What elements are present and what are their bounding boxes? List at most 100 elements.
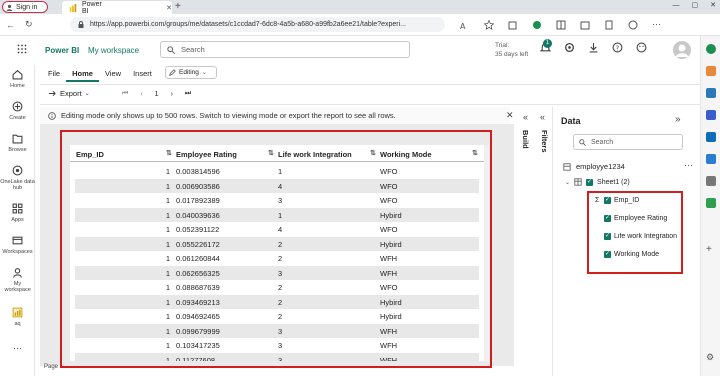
dataset-name: employye1234: [576, 162, 625, 171]
header-icons: 1 ?: [540, 39, 647, 53]
close-tab-icon[interactable]: ✕: [166, 4, 172, 12]
add-sidebar-icon[interactable]: +: [706, 244, 712, 255]
build-pane-tab[interactable]: Build: [521, 130, 530, 149]
tab-file[interactable]: File: [42, 66, 66, 82]
app-launcher-icon[interactable]: [17, 44, 27, 54]
shopping-icon[interactable]: [706, 66, 716, 76]
home-icon: [12, 69, 23, 80]
close-window-button[interactable]: ✕: [710, 1, 716, 9]
dataset-more-icon[interactable]: ⋯: [684, 160, 693, 171]
read-aloud-icon[interactable]: A: [460, 20, 470, 30]
nav-browse[interactable]: Browse: [0, 133, 35, 153]
svg-text:A: A: [460, 22, 466, 30]
games-icon[interactable]: [706, 110, 716, 120]
collapse-build-icon[interactable]: «: [523, 112, 528, 122]
download-icon[interactable]: [588, 42, 599, 53]
help-icon[interactable]: ?: [612, 42, 623, 53]
tab-home[interactable]: Home: [66, 66, 99, 82]
nav-create[interactable]: Create: [0, 101, 35, 121]
chevron-down-icon: ⌄: [201, 70, 207, 76]
copilot-icon[interactable]: [532, 20, 542, 30]
drop-icon[interactable]: [706, 176, 716, 186]
url-text: https://app.powerbi.com/groups/me/datase…: [90, 21, 406, 28]
nav-onelake-label: OneLake data hub: [0, 179, 35, 191]
outlook-icon[interactable]: [706, 132, 716, 142]
url-field[interactable]: https://app.powerbi.com/groups/me/datase…: [70, 17, 445, 32]
collections-icon[interactable]: [604, 20, 614, 30]
tab-title: Power BI: [82, 0, 102, 15]
expand-pane-icon[interactable]: »: [675, 114, 681, 125]
collapse-filters-icon[interactable]: «: [540, 112, 545, 122]
nav-workspaces-label: Workspaces: [2, 249, 33, 255]
favorites-icon[interactable]: [580, 20, 590, 30]
tree-icon[interactable]: [706, 198, 716, 208]
nav-onelake[interactable]: OneLake data hub: [0, 165, 35, 191]
browse-icon: [12, 133, 23, 144]
tab-view[interactable]: View: [99, 66, 127, 82]
puzzle-icon[interactable]: [508, 20, 518, 30]
more-nav-icon[interactable]: ⋯: [13, 343, 22, 354]
workspace-link[interactable]: My workspace: [88, 46, 139, 55]
feedback-icon[interactable]: [636, 42, 647, 53]
nav-home[interactable]: Home: [0, 69, 35, 89]
sign-in-button[interactable]: Sign in: [2, 1, 48, 13]
nav-browse-label: Browse: [8, 147, 27, 153]
search-icon: [167, 45, 175, 54]
data-search-placeholder: Search: [591, 138, 614, 146]
star-icon[interactable]: [484, 19, 494, 30]
office-icon[interactable]: [706, 154, 716, 164]
dataset-item[interactable]: employye1234: [563, 162, 625, 171]
lock-icon: [78, 21, 84, 28]
close-banner-icon[interactable]: ✕: [506, 110, 514, 121]
tab-insert[interactable]: Insert: [127, 66, 158, 82]
back-icon[interactable]: ←: [6, 20, 15, 30]
data-pane-title: Data: [561, 116, 581, 126]
settings-icon[interactable]: [564, 42, 575, 53]
search-icon: [579, 138, 586, 146]
nav-apps[interactable]: Apps: [0, 203, 35, 223]
apps-icon: [12, 203, 23, 214]
profile-icon: [6, 4, 13, 11]
sign-in-label: Sign in: [16, 3, 38, 11]
split-icon[interactable]: [556, 20, 566, 30]
last-page-icon[interactable]: ⏭: [185, 90, 191, 98]
nav-workspaces[interactable]: Workspaces: [0, 235, 35, 255]
maximize-button[interactable]: ▢: [692, 1, 699, 9]
checkbox-checked-icon[interactable]: ✓: [586, 178, 594, 186]
more-icon[interactable]: ⋯: [652, 19, 661, 30]
new-tab-button[interactable]: +: [175, 2, 185, 12]
ribbon-tabs: File Home View Insert: [42, 66, 158, 82]
sidebar-settings-icon[interactable]: ⚙: [706, 352, 714, 363]
avatar[interactable]: [673, 41, 691, 59]
notifications-icon[interactable]: 1: [540, 39, 552, 53]
export-button[interactable]: Export ⌄: [48, 89, 90, 98]
prev-page-icon[interactable]: ‹: [140, 91, 142, 98]
nav-report-aq[interactable]: aq: [0, 307, 35, 327]
trial-line-1: Trial:: [495, 42, 510, 49]
global-search-input[interactable]: Search: [160, 41, 410, 58]
first-page-icon[interactable]: ⏮: [122, 90, 128, 98]
fields-highlight-box: [587, 191, 683, 274]
nav-my-workspace[interactable]: My workspace: [0, 267, 35, 293]
mode-dropdown[interactable]: Editing ⌄: [165, 66, 217, 79]
next-page-icon[interactable]: ›: [171, 91, 173, 98]
toolbar: Export ⌄ ⏮ ‹ 1 › ⏭: [40, 84, 720, 105]
page-tab[interactable]: Page: [44, 364, 58, 370]
data-search-input[interactable]: Search: [573, 134, 683, 150]
pager: ⏮ ‹ 1 › ⏭: [122, 90, 191, 98]
workspaces-icon: [12, 235, 23, 246]
info-icon: [48, 111, 56, 120]
browser-profile-icon[interactable]: [628, 20, 638, 30]
expand-chevron-icon[interactable]: ⌄: [565, 179, 570, 186]
brand-title[interactable]: Power BI: [45, 46, 79, 55]
onelake-icon: [12, 165, 23, 176]
trial-line-2: 35 days left: [495, 51, 529, 58]
filters-pane-tab[interactable]: Filters: [540, 130, 549, 153]
nav-create-label: Create: [9, 115, 26, 121]
copilot-sidebar-icon[interactable]: [706, 44, 716, 54]
refresh-icon[interactable]: ↻: [25, 19, 33, 30]
table-tree-item[interactable]: ⌄ ✓ Sheet1 (2): [565, 178, 630, 186]
tools-icon[interactable]: [706, 88, 716, 98]
browser-tab[interactable]: Power BI ✕: [62, 0, 172, 15]
minimize-button[interactable]: —: [673, 2, 680, 9]
